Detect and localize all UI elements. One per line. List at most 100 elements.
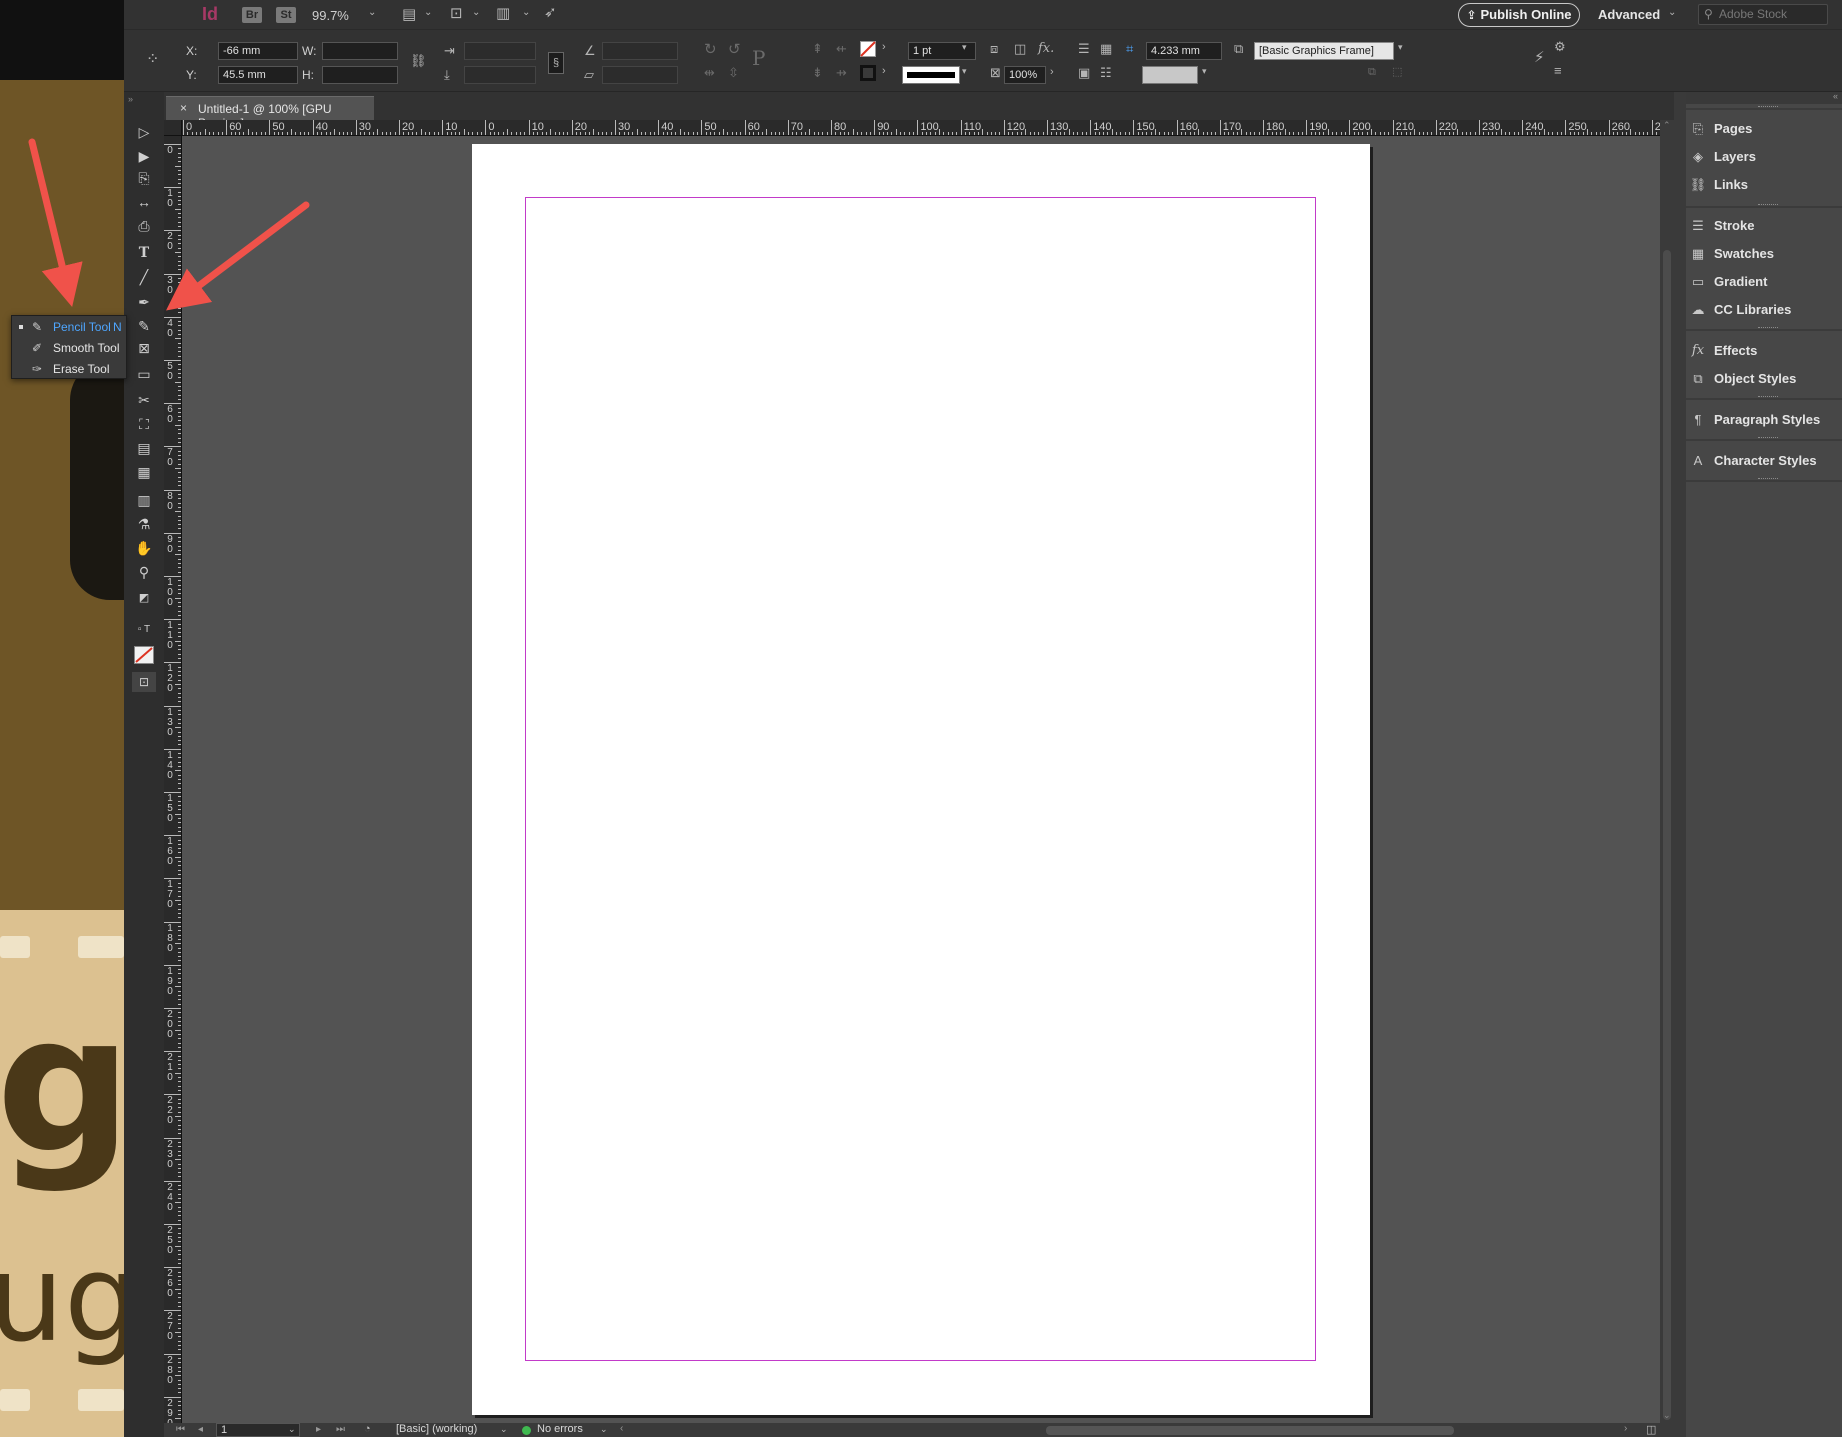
corner-shape-selector[interactable]: [1142, 66, 1198, 84]
ruler-origin[interactable]: [164, 120, 182, 136]
select-next-icon[interactable]: ⇸: [836, 66, 847, 79]
opacity-field[interactable]: 100%: [1004, 66, 1046, 84]
formatting-affects-container-icon[interactable]: ▫ T: [132, 620, 156, 640]
zoom-level[interactable]: 99.7%: [312, 8, 349, 23]
rotation-field[interactable]: [602, 42, 678, 60]
link-scale-icon[interactable]: §: [548, 52, 564, 74]
quick-apply-lightning-icon[interactable]: ⚡: [1534, 50, 1545, 65]
gap-tool-icon[interactable]: ↔: [132, 192, 156, 212]
y-position-field[interactable]: 45.5 mm: [218, 66, 298, 84]
line-tool-icon[interactable]: ╱: [132, 267, 156, 287]
panel-item-layers[interactable]: ◈ Layers: [1686, 144, 1842, 170]
tools-collapse-icon[interactable]: »: [128, 94, 160, 104]
chevron-down-icon[interactable]: ▾: [962, 43, 967, 52]
flyout-item-pencil-tool[interactable]: ✎ Pencil Tool N: [12, 317, 126, 337]
gradient-feather-tool-icon[interactable]: ▦: [132, 462, 156, 482]
bridge-button[interactable]: Br: [242, 7, 262, 23]
stroke-type-selector[interactable]: [902, 66, 960, 84]
document-tab[interactable]: × Untitled-1 @ 100% [GPU Preview]: [166, 96, 374, 130]
drop-shadow-icon[interactable]: ◫: [1014, 42, 1026, 55]
vertical-scrollbar[interactable]: ⌃ ⌄: [1660, 120, 1674, 1423]
flyout-item-smooth-tool[interactable]: ✐ Smooth Tool: [12, 338, 126, 358]
chevron-down-icon[interactable]: ▾: [962, 67, 967, 76]
panel-item-effects[interactable]: fx Effects: [1686, 338, 1842, 364]
type-tool-icon[interactable]: T: [132, 243, 156, 263]
collapse-panels-icon[interactable]: «: [1833, 91, 1838, 101]
screen-mode-icon[interactable]: ⊡: [450, 6, 463, 21]
scroll-right-icon[interactable]: ›: [1624, 1423, 1627, 1434]
preflight-profile[interactable]: [Basic] (working): [396, 1423, 477, 1435]
panel-item-links[interactable]: ⛓ Links: [1686, 172, 1842, 198]
width-field[interactable]: [322, 42, 398, 60]
text-wrap-jump-icon[interactable]: ☷: [1100, 66, 1112, 79]
close-tab-icon[interactable]: ×: [180, 101, 187, 115]
previous-page-icon[interactable]: ◂: [198, 1424, 203, 1435]
effects-fx-button[interactable]: fx.: [1038, 42, 1054, 55]
chevron-down-icon[interactable]: ⌄: [600, 1424, 608, 1435]
fill-menu-icon[interactable]: ›: [882, 42, 886, 53]
scale-y-icon[interactable]: ⤓: [444, 68, 450, 81]
scale-x-icon[interactable]: ⇥: [444, 44, 455, 57]
eyedropper-tool-icon[interactable]: ⚗: [132, 514, 156, 534]
panel-dock-header[interactable]: «: [1686, 91, 1842, 104]
content-collector-icon[interactable]: ⎙: [132, 216, 156, 236]
hand-tool-icon[interactable]: ✋: [132, 538, 156, 558]
select-previous-icon[interactable]: ⇷: [836, 42, 847, 55]
chevron-down-icon[interactable]: ⌄: [368, 8, 376, 18]
stroke-menu-icon[interactable]: ›: [882, 66, 886, 77]
scissors-tool-icon[interactable]: ✂: [132, 390, 156, 410]
chevron-down-icon[interactable]: ⌄: [424, 8, 432, 18]
rotate-cw-icon[interactable]: ↻: [704, 42, 717, 57]
panel-menu-icon[interactable]: ≡: [1554, 64, 1562, 77]
split-window-icon[interactable]: ◫: [1646, 1423, 1656, 1436]
note-tool-icon[interactable]: ▥: [132, 490, 156, 510]
first-page-icon[interactable]: ⏮: [176, 1424, 185, 1435]
constrain-proportions-icon[interactable]: ⛓: [410, 54, 427, 67]
publish-online-button[interactable]: ⇪ Publish Online: [1458, 3, 1580, 27]
scale-x-field[interactable]: [464, 42, 536, 60]
fill-stroke-swatch-icon[interactable]: ◩: [132, 588, 156, 608]
scroll-left-icon[interactable]: ‹: [620, 1423, 623, 1434]
gradient-swatch-tool-icon[interactable]: ▤: [132, 438, 156, 458]
shear-angle-icon[interactable]: ▱: [584, 68, 594, 81]
shear-field[interactable]: [602, 66, 678, 84]
panel-item-paragraph-styles[interactable]: ¶ Paragraph Styles: [1686, 407, 1842, 433]
vertical-scroll-thumb[interactable]: [1663, 250, 1671, 1420]
vertical-ruler[interactable]: 0102030405060708090100110120130140150160…: [164, 136, 182, 1423]
fill-swatch-none-icon[interactable]: [860, 41, 876, 57]
preflight-errors[interactable]: No errors: [537, 1423, 583, 1435]
scroll-down-icon[interactable]: ⌄: [1663, 1410, 1671, 1421]
scroll-up-icon[interactable]: ⌃: [1663, 120, 1671, 131]
pencil-tool-icon[interactable]: ✎: [132, 316, 156, 336]
text-wrap-box-icon[interactable]: ▦: [1100, 42, 1112, 55]
flip-horizontal-icon[interactable]: ⇹: [704, 66, 715, 79]
chevron-down-icon[interactable]: ⌄: [288, 1424, 296, 1435]
rotate-angle-icon[interactable]: ∠: [584, 44, 596, 57]
adobe-stock-search[interactable]: ⚲ Adobe Stock: [1698, 4, 1828, 25]
panel-item-swatches[interactable]: ▦ Swatches: [1686, 241, 1842, 267]
scale-y-field[interactable]: [464, 66, 536, 84]
panel-item-character-styles[interactable]: A Character Styles: [1686, 448, 1842, 474]
panel-item-cc-libraries[interactable]: ☁ CC Libraries: [1686, 297, 1842, 323]
stroke-swatch-icon[interactable]: [860, 65, 876, 81]
chevron-down-icon[interactable]: ⌄: [522, 8, 530, 18]
publish-rocket-icon[interactable]: ➶: [544, 5, 557, 20]
corner-size-field[interactable]: 4.233 mm: [1146, 42, 1222, 60]
panel-item-pages[interactable]: ⎘ Pages: [1686, 116, 1842, 142]
horizontal-ruler[interactable]: 0 60 50 40 30 20 10 0 10 20 30 40 50 60 70 80 90 100 110 12…: [182, 120, 1660, 136]
last-page-icon[interactable]: ⏭: [336, 1424, 345, 1435]
panel-item-stroke[interactable]: ☰ Stroke: [1686, 213, 1842, 239]
stock-button[interactable]: St: [276, 7, 296, 23]
x-position-field[interactable]: -66 mm: [218, 42, 298, 60]
quick-apply-icon[interactable]: ⬚: [1392, 67, 1402, 78]
apply-none-icon[interactable]: [134, 646, 154, 664]
corner-options-icon[interactable]: ⌗: [1126, 42, 1133, 55]
panel-item-gradient[interactable]: ▭ Gradient: [1686, 269, 1842, 295]
text-wrap-shape-icon[interactable]: ▣: [1078, 66, 1090, 79]
select-container-icon[interactable]: ⇞: [812, 42, 823, 55]
direct-selection-tool-icon[interactable]: ▶: [132, 146, 156, 166]
panel-item-object-styles[interactable]: ⧉ Object Styles: [1686, 366, 1842, 392]
workspace-switcher[interactable]: Advanced: [1598, 7, 1660, 22]
clear-overrides-icon[interactable]: ⧉: [1368, 67, 1376, 78]
opacity-menu-icon[interactable]: ›: [1050, 67, 1054, 78]
